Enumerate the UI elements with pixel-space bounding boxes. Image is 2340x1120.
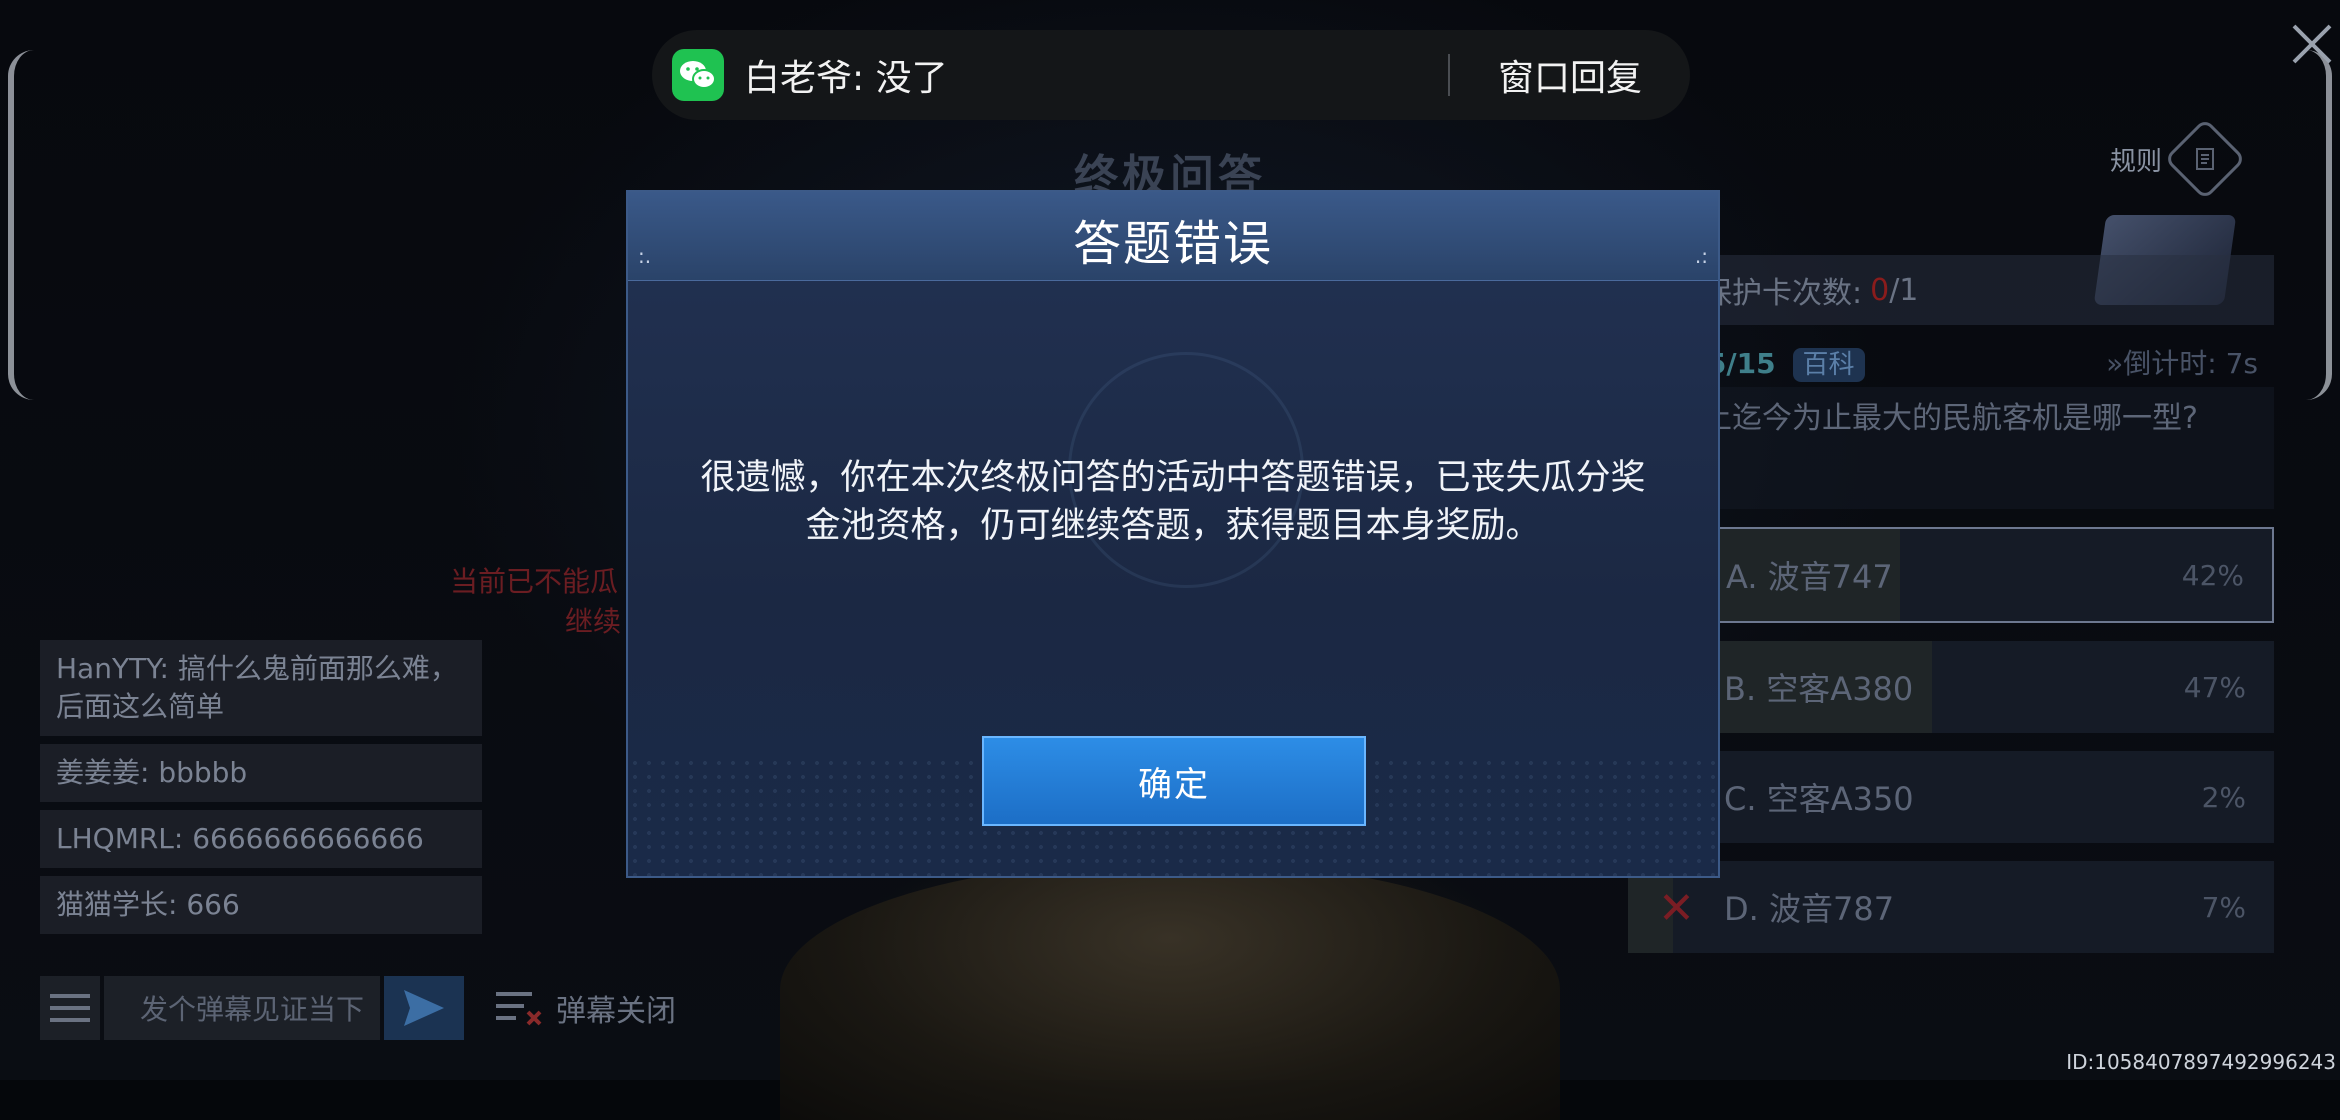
notification-message: 白老爷: 没了 xyxy=(744,58,948,99)
option-c[interactable]: C. 空客A350 2% xyxy=(1628,751,2274,843)
reply-button[interactable]: 窗口回复 xyxy=(1450,49,1690,101)
option-a[interactable]: A. 波音747 42% xyxy=(1628,527,2274,623)
danmu-close-label: 弹幕关闭 xyxy=(556,994,676,1029)
option-b-label: B. 空客A380 xyxy=(1724,670,1914,708)
send-button[interactable] xyxy=(384,976,464,1040)
wechat-notification[interactable]: 白老爷: 没了 窗口回复 xyxy=(652,30,1690,120)
option-d[interactable]: ✕ D. 波音787 7% xyxy=(1628,861,2274,953)
dialog-title: 答题错误 xyxy=(1072,216,1273,272)
disqualified-hint-line1: 当前已不能瓜 xyxy=(450,565,619,598)
protect-used: 0 xyxy=(1870,272,1890,308)
option-d-percent: 7% xyxy=(2201,890,2246,924)
protect-card-row: 翻倍保护卡次数: 0 /1 xyxy=(1628,255,2274,325)
document-icon xyxy=(2164,117,2247,201)
disqualified-hint-line2: 继续 xyxy=(565,605,622,638)
option-c-percent: 2% xyxy=(2201,780,2246,814)
chat-message: HanYTY: 搞什么鬼前面那么难，后面这么简单 xyxy=(40,640,482,736)
rules-label: 规则 xyxy=(2110,146,2163,177)
protect-total: /1 xyxy=(1889,272,1919,308)
menu-icon[interactable] xyxy=(40,976,100,1040)
danmu-toggle[interactable]: 弹幕关闭 xyxy=(494,986,676,1030)
stage-pedestal xyxy=(780,860,1560,1120)
option-d-label: D. 波音787 xyxy=(1724,890,1895,928)
question-meta: 问题 5/15 百科 »倒计时: 7s xyxy=(1628,337,2274,387)
rules-button[interactable]: 规则 xyxy=(2110,117,2247,201)
chat-input-bar: 发个弹幕见证当下 弹幕关闭 xyxy=(40,976,676,1040)
disqualified-hint: 当前已不能瓜 继续 xyxy=(450,562,621,642)
chat-message: LHQMRL: 6666666666666 xyxy=(40,810,482,868)
confirm-button[interactable]: 确定 xyxy=(982,736,1366,826)
option-a-label: A. 波音747 xyxy=(1726,558,1893,596)
wrong-x-icon: ✕ xyxy=(1658,883,1695,934)
screen-edge-left xyxy=(8,50,34,400)
corner-dots-icon: .: xyxy=(1694,244,1708,268)
dialog-header: :. 答题错误 .: xyxy=(628,192,1718,281)
option-c-label: C. 空客A350 xyxy=(1724,780,1914,818)
close-icon[interactable] xyxy=(2290,22,2334,66)
wechat-icon xyxy=(672,49,724,101)
danmu-chat-list: HanYTY: 搞什么鬼前面那么难，后面这么简单 姜姜姜: bbbbb LHQM… xyxy=(40,640,482,942)
option-a-percent: 42% xyxy=(2181,558,2244,592)
user-id-label: ID:1058407897492996243 xyxy=(2066,1050,2336,1074)
chat-message: 姜姜姜: bbbbb xyxy=(40,744,482,802)
option-b-percent: 47% xyxy=(2183,670,2246,704)
danmu-input[interactable]: 发个弹幕见证当下 xyxy=(104,976,380,1040)
question-panel: 翻倍保护卡次数: 0 /1 问题 5/15 百科 »倒计时: 7s 世界上迄今为… xyxy=(1628,255,2274,953)
screen-edge-right xyxy=(2306,50,2332,400)
countdown-value: 7s xyxy=(2225,347,2258,380)
category-badge: 百科 xyxy=(1792,348,1865,382)
danmu-off-icon xyxy=(496,992,542,1026)
wrong-answer-dialog: :. 答题错误 .: 很遗憾，你在本次终极问答的活动中答题错误，已丧失瓜分奖金池… xyxy=(626,190,1720,878)
countdown-label: »倒计时: xyxy=(2106,347,2217,380)
question-text: 世界上迄今为止最大的民航客机是哪一型? xyxy=(1628,387,2274,509)
chat-message: 猫猫学长: 666 xyxy=(40,876,482,934)
send-icon xyxy=(404,990,444,1026)
dialog-message: 很遗憾，你在本次终极问答的活动中答题错误，已丧失瓜分奖金池资格，仍可继续答题，获… xyxy=(700,458,1646,546)
option-b[interactable]: B. 空客A380 47% xyxy=(1628,641,2274,733)
